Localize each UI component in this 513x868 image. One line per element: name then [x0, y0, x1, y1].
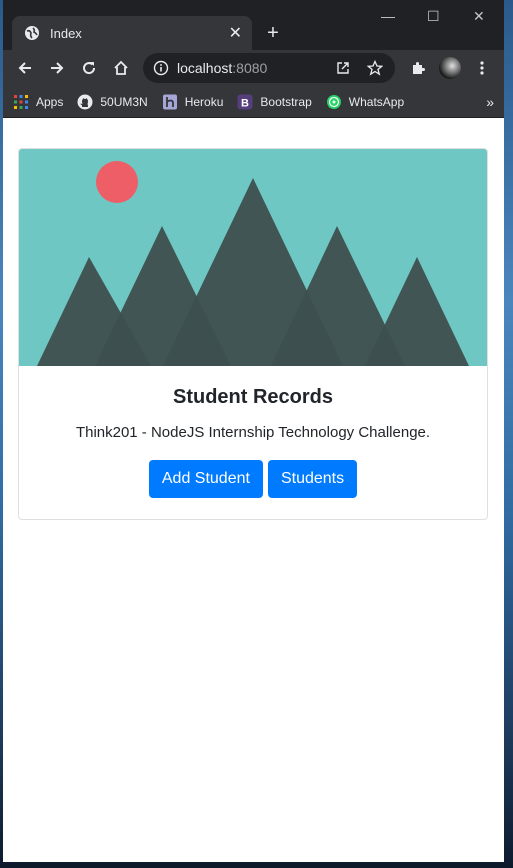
students-button[interactable]: Students [267, 460, 358, 498]
tab-close-icon[interactable]: ✕ [229, 23, 242, 43]
bookmarks-bar: Apps 50UM3N Heroku B Bootstrap WhatsApp [3, 86, 504, 118]
profile-button[interactable] [434, 52, 466, 84]
extensions-button[interactable] [402, 52, 434, 84]
address-bar[interactable]: localhost:8080 [143, 53, 395, 83]
bookmark-star-button[interactable] [365, 58, 385, 78]
reload-icon [83, 62, 96, 75]
arrow-right-icon [51, 62, 64, 74]
tab-strip: Index ✕ + — ☐ ✕ [3, 0, 504, 50]
heroku-icon [162, 94, 178, 110]
bookmark-label: Apps [36, 94, 64, 109]
toolbar-right [402, 52, 498, 84]
globe-icon [25, 26, 39, 40]
bootstrap-icon: B [237, 94, 253, 110]
star-icon [367, 60, 383, 76]
student-records-card: Student Records Think201 - NodeJS Intern… [18, 148, 488, 520]
bookmark-label: WhatsApp [348, 94, 405, 109]
bookmark-heroku[interactable]: Heroku [162, 94, 224, 110]
bookmark-label: Heroku [184, 94, 224, 109]
back-button[interactable] [9, 52, 41, 84]
whatsapp-icon [326, 94, 342, 110]
bookmark-whatsapp[interactable]: WhatsApp [326, 94, 404, 110]
open-external-icon [337, 62, 349, 74]
browser-toolbar: localhost:8080 [3, 50, 504, 86]
avatar [439, 57, 461, 79]
bookmark-label: 50UM3N [100, 94, 148, 109]
bookmarks-overflow-button[interactable]: » [486, 94, 494, 110]
bookmark-bootstrap[interactable]: B Bootstrap [237, 94, 312, 110]
tab-index[interactable]: Index ✕ [12, 16, 252, 50]
apps-grid-icon [13, 94, 29, 110]
bookmark-github[interactable]: 50UM3N [77, 94, 148, 110]
info-icon[interactable] [153, 60, 169, 76]
home-icon [114, 60, 128, 75]
new-tab-button[interactable]: + [261, 21, 285, 45]
card-actions: Add Student Students [19, 460, 487, 498]
reload-button[interactable] [73, 52, 105, 84]
card-title: Student Records [172, 386, 334, 408]
url-port: :8080 [232, 60, 268, 76]
bookmark-apps[interactable]: Apps [13, 94, 63, 110]
window-close-icon[interactable]: ✕ [473, 8, 485, 25]
browser-window: Index ✕ + — ☐ ✕ localhost:8080 Apps 50UM… [3, 0, 504, 862]
card-text: Think201 - NodeJS Internship Technology … [75, 424, 431, 441]
mountains-image [19, 149, 487, 366]
arrow-left-icon [18, 62, 31, 74]
open-external-button[interactable] [333, 58, 353, 78]
bookmark-label: Bootstrap [260, 94, 312, 109]
url-text[interactable]: localhost:8080 [177, 60, 321, 76]
puzzle-icon [413, 62, 425, 74]
menu-button[interactable] [466, 52, 498, 84]
github-icon [77, 94, 93, 110]
maximize-icon[interactable]: ☐ [427, 8, 440, 25]
tab-title: Index [50, 25, 82, 41]
minimize-icon[interactable]: — [381, 8, 395, 24]
kebab-menu-icon [480, 61, 484, 75]
card-body: Student Records Think201 - NodeJS Intern… [19, 386, 487, 498]
forward-button[interactable] [41, 52, 73, 84]
home-button[interactable] [105, 52, 137, 84]
add-student-button[interactable]: Add Student [148, 460, 263, 498]
url-host: localhost [177, 60, 233, 76]
page-content: Student Records Think201 - NodeJS Intern… [3, 118, 504, 862]
svg-text:B: B [241, 97, 249, 109]
